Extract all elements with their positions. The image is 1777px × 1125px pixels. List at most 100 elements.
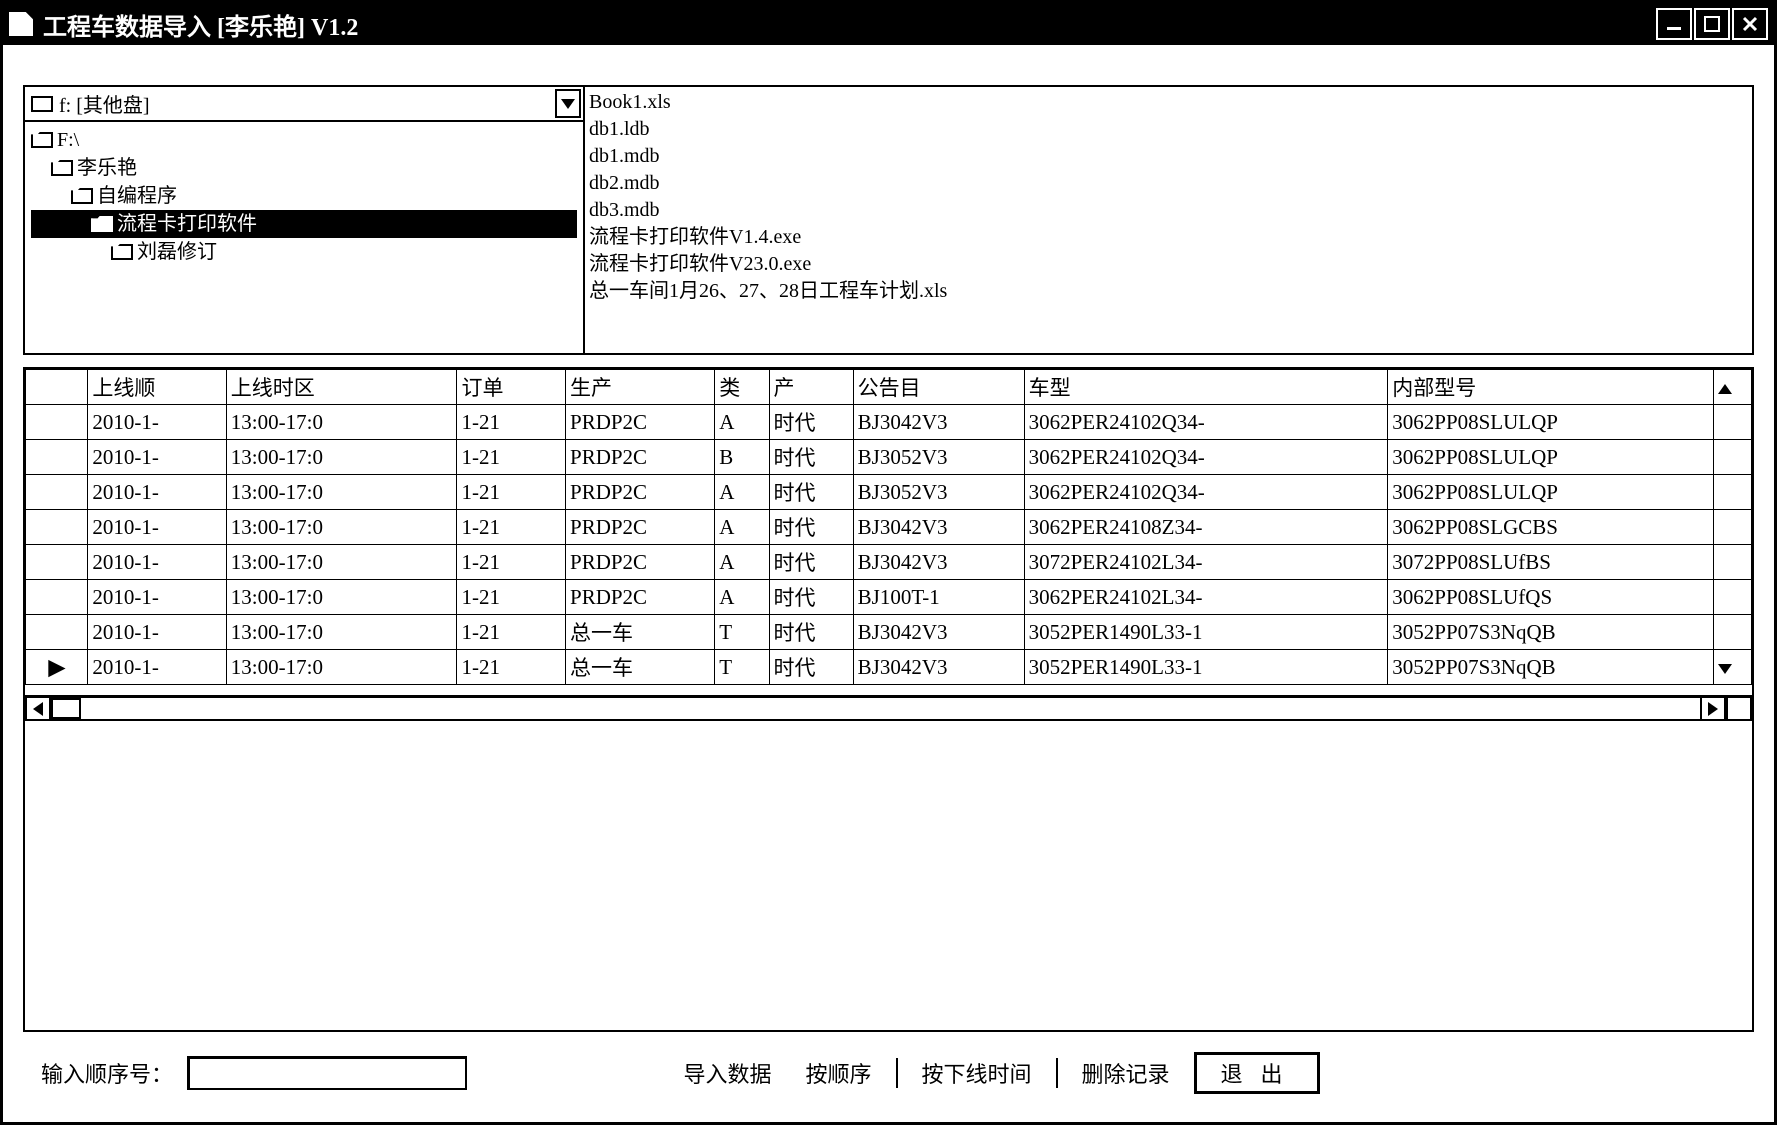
vscroll-track[interactable] — [1713, 405, 1751, 440]
col-header[interactable]: 生产 — [566, 370, 715, 405]
sort-time-button[interactable]: 按下线时间 — [912, 1055, 1042, 1091]
cell[interactable]: 时代 — [769, 580, 853, 615]
col-header[interactable]: 上线顺 — [88, 370, 226, 405]
cell[interactable]: 3072PER24102L34- — [1024, 545, 1388, 580]
cell[interactable]: 时代 — [769, 615, 853, 650]
cell[interactable]: 13:00-17:0 — [226, 440, 457, 475]
cell[interactable]: 13:00-17:0 — [226, 650, 457, 685]
file-item[interactable]: db1.mdb — [589, 143, 1748, 170]
cell[interactable]: 2010-1- — [88, 580, 226, 615]
sequence-input[interactable] — [187, 1056, 467, 1090]
table-row[interactable]: 2010-1-13:00-17:01-21PRDP2CA时代BJ3042V330… — [26, 405, 1752, 440]
col-header[interactable]: 上线时区 — [226, 370, 457, 405]
file-item[interactable]: db3.mdb — [589, 197, 1748, 224]
cell[interactable]: A — [715, 510, 769, 545]
scroll-right-button[interactable] — [1700, 696, 1726, 721]
table-row[interactable]: 2010-1-13:00-17:01-21PRDP2CA时代BJ3052V330… — [26, 475, 1752, 510]
cell[interactable]: BJ3042V3 — [853, 650, 1024, 685]
cell[interactable]: 13:00-17:0 — [226, 615, 457, 650]
cell[interactable]: 3062PER24102Q34- — [1024, 475, 1388, 510]
tree-node[interactable]: 自编程序 — [31, 182, 577, 210]
table-row[interactable]: ▶2010-1-13:00-17:01-21总一车T时代BJ3042V33052… — [26, 650, 1752, 685]
table-row[interactable]: 2010-1-13:00-17:01-21PRDP2CA时代BJ3042V330… — [26, 510, 1752, 545]
cell[interactable]: 3062PER24102Q34- — [1024, 405, 1388, 440]
titlebar[interactable]: 工程车数据导入 [李乐艳] V1.2 — [3, 3, 1774, 45]
cell[interactable]: PRDP2C — [566, 440, 715, 475]
cell[interactable]: 1-21 — [457, 580, 566, 615]
vscroll-track[interactable] — [1713, 615, 1751, 650]
cell[interactable]: 3062PER24102Q34- — [1024, 440, 1388, 475]
cell[interactable]: 2010-1- — [88, 615, 226, 650]
cell[interactable]: 时代 — [769, 440, 853, 475]
file-list[interactable]: Book1.xls db1.ldb db1.mdb db2.mdb db3.md… — [585, 87, 1752, 353]
cell[interactable]: 13:00-17:0 — [226, 405, 457, 440]
scroll-thumb[interactable] — [51, 698, 81, 719]
sort-seq-button[interactable]: 按顺序 — [796, 1055, 882, 1091]
cell[interactable]: PRDP2C — [566, 580, 715, 615]
file-item[interactable]: 总一车间1月26、27、28日工程车计划.xls — [589, 278, 1748, 305]
col-header[interactable]: 类 — [715, 370, 769, 405]
cell[interactable]: BJ3042V3 — [853, 615, 1024, 650]
cell[interactable]: 13:00-17:0 — [226, 545, 457, 580]
file-item[interactable]: db2.mdb — [589, 170, 1748, 197]
vscroll-track[interactable] — [1713, 475, 1751, 510]
cell[interactable]: 2010-1- — [88, 545, 226, 580]
cell[interactable]: 2010-1- — [88, 510, 226, 545]
cell[interactable]: T — [715, 650, 769, 685]
cell[interactable]: BJ3042V3 — [853, 405, 1024, 440]
cell[interactable]: 3052PP07S3NqQB — [1388, 615, 1714, 650]
cell[interactable]: 3062PP08SLULQP — [1388, 475, 1714, 510]
scroll-down-button[interactable] — [1713, 650, 1751, 685]
vscroll-track[interactable] — [1713, 545, 1751, 580]
cell[interactable]: 3052PER1490L33-1 — [1024, 615, 1388, 650]
cell[interactable]: PRDP2C — [566, 510, 715, 545]
cell[interactable]: A — [715, 545, 769, 580]
col-header[interactable]: 内部型号 — [1388, 370, 1714, 405]
tree-node[interactable]: 刘磊修订 — [31, 238, 577, 266]
cell[interactable]: A — [715, 405, 769, 440]
cell[interactable]: BJ3052V3 — [853, 475, 1024, 510]
cell[interactable]: B — [715, 440, 769, 475]
cell[interactable]: 3062PP08SLUfQS — [1388, 580, 1714, 615]
cell[interactable]: 时代 — [769, 545, 853, 580]
scroll-left-button[interactable] — [25, 696, 51, 721]
cell[interactable]: 1-21 — [457, 615, 566, 650]
cell[interactable]: A — [715, 580, 769, 615]
cell[interactable]: 总一车 — [566, 650, 715, 685]
cell[interactable]: BJ3042V3 — [853, 510, 1024, 545]
col-header[interactable]: 公告目 — [853, 370, 1024, 405]
cell[interactable]: BJ100T-1 — [853, 580, 1024, 615]
cell[interactable]: 13:00-17:0 — [226, 475, 457, 510]
cell[interactable]: PRDP2C — [566, 545, 715, 580]
cell[interactable]: 2010-1- — [88, 405, 226, 440]
minimize-button[interactable] — [1656, 8, 1692, 40]
col-header[interactable]: 车型 — [1024, 370, 1388, 405]
col-header[interactable]: 订单 — [457, 370, 566, 405]
horizontal-scrollbar[interactable] — [25, 695, 1752, 721]
delete-button[interactable]: 删除记录 — [1072, 1055, 1180, 1091]
table-row[interactable]: 2010-1-13:00-17:01-21PRDP2CA时代BJ3042V330… — [26, 545, 1752, 580]
tree-node[interactable]: 李乐艳 — [31, 154, 577, 182]
cell[interactable]: 3062PER24102L34- — [1024, 580, 1388, 615]
cell[interactable]: T — [715, 615, 769, 650]
folder-tree[interactable]: F:\ 李乐艳 自编程序 流程卡打印软件 — [25, 122, 583, 353]
cell[interactable]: 3062PP08SLGCBS — [1388, 510, 1714, 545]
cell[interactable]: 时代 — [769, 475, 853, 510]
cell[interactable]: 时代 — [769, 650, 853, 685]
cell[interactable]: 3062PER24108Z34- — [1024, 510, 1388, 545]
cell[interactable]: 3052PP07S3NqQB — [1388, 650, 1714, 685]
cell[interactable]: 2010-1- — [88, 650, 226, 685]
cell[interactable]: 1-21 — [457, 510, 566, 545]
file-item[interactable]: Book1.xls — [589, 89, 1748, 116]
tree-node-selected[interactable]: 流程卡打印软件 — [31, 210, 577, 238]
exit-button[interactable]: 退出 — [1194, 1052, 1320, 1094]
cell[interactable]: 1-21 — [457, 650, 566, 685]
cell[interactable]: 总一车 — [566, 615, 715, 650]
data-table[interactable]: 上线顺 上线时区 订单 生产 类 产 公告目 车型 内部型号 2010 — [25, 369, 1752, 685]
cell[interactable]: 1-21 — [457, 475, 566, 510]
cell[interactable]: 13:00-17:0 — [226, 580, 457, 615]
file-item[interactable]: 流程卡打印软件V1.4.exe — [589, 224, 1748, 251]
import-button[interactable]: 导入数据 — [673, 1055, 781, 1091]
file-item[interactable]: 流程卡打印软件V23.0.exe — [589, 251, 1748, 278]
cell[interactable]: 1-21 — [457, 440, 566, 475]
